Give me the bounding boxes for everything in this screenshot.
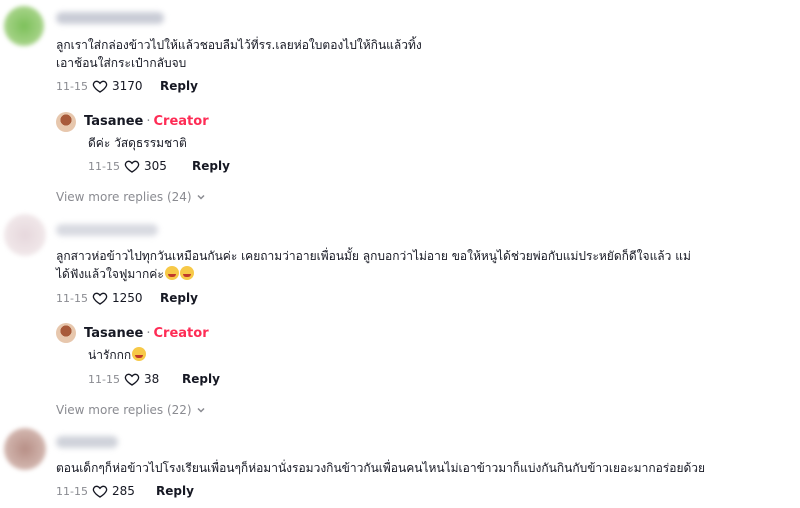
comment-text: ลูกเราใส่กล่องข้าวไปให้แล้วชอบลืมไว้ที่ร… [56, 38, 422, 52]
reply-text: ดีค่ะ วัสดุธรรมชาติ [88, 136, 187, 150]
smiling-face-emoji-icon [132, 347, 147, 361]
creator-header: Tasanee · Creator [84, 325, 209, 343]
view-more-replies[interactable]: View more replies (22) [56, 403, 206, 417]
reply-date: 11-15 [88, 159, 120, 173]
smiling-face-emoji-icon [164, 266, 179, 280]
like-count: 285 [112, 484, 135, 498]
comment-text: เอาช้อนใส่กระเป๋ากลับจบ [56, 56, 187, 70]
like-count: 38 [144, 372, 160, 386]
reply-meta: 11-15 38 Reply [88, 370, 220, 388]
avatar[interactable] [4, 6, 44, 46]
reply-meta: 11-15 305 Reply [88, 157, 230, 175]
avatar[interactable] [4, 214, 46, 256]
like-count: 305 [144, 159, 167, 173]
username-blurred[interactable] [56, 224, 158, 236]
creator-badge: Creator [153, 114, 209, 129]
comment-date: 11-15 [56, 484, 88, 498]
separator-dot: · [146, 114, 151, 129]
view-more-label: View more replies (24) [56, 190, 192, 204]
reply-button[interactable]: Reply [156, 484, 194, 498]
reply-button[interactable]: Reply [160, 79, 198, 93]
view-more-replies[interactable]: View more replies (24) [56, 190, 206, 204]
chevron-down-icon [197, 407, 205, 413]
heart-icon[interactable] [92, 290, 108, 306]
heart-icon[interactable] [124, 371, 140, 387]
comment-text: ได้ฟังแล้วใจฟูมากค่ะ [56, 267, 164, 281]
reply-button[interactable]: Reply [182, 372, 220, 386]
smiling-face-emoji-icon [179, 266, 194, 280]
creator-header: Tasanee · Creator [84, 113, 209, 131]
chevron-down-icon [197, 194, 205, 200]
comment-meta: 11-15 285 Reply [56, 482, 194, 500]
creator-username[interactable]: Tasanee [84, 326, 143, 341]
username-blurred[interactable] [56, 12, 164, 24]
comment-text: ตอนเด็กๆก็ห่อข้าวไปโรงเรียนเพื่อนๆก็ห่อม… [56, 461, 706, 475]
reply-button[interactable]: Reply [160, 291, 198, 305]
like-count: 3170 [112, 79, 143, 93]
creator-avatar[interactable] [56, 112, 76, 132]
reply-button[interactable]: Reply [192, 159, 230, 173]
reply-text-line: น่ารักกก [88, 346, 147, 364]
comment-date: 11-15 [56, 79, 88, 93]
reply-text: น่ารักกก [88, 348, 132, 362]
creator-badge: Creator [153, 326, 209, 341]
creator-username[interactable]: Tasanee [84, 114, 143, 129]
like-count: 1250 [112, 291, 143, 305]
separator-dot: · [146, 326, 151, 341]
comment-text-line: ได้ฟังแล้วใจฟูมากค่ะ [56, 265, 194, 283]
heart-icon[interactable] [92, 78, 108, 94]
heart-icon[interactable] [124, 158, 140, 174]
username-blurred[interactable] [56, 436, 118, 448]
avatar[interactable] [4, 428, 46, 470]
comment-date: 11-15 [56, 291, 88, 305]
comment-meta: 11-15 3170 Reply [56, 77, 198, 95]
comment-meta: 11-15 1250 Reply [56, 289, 198, 307]
heart-icon[interactable] [92, 483, 108, 499]
reply-date: 11-15 [88, 372, 120, 386]
view-more-label: View more replies (22) [56, 403, 192, 417]
creator-avatar[interactable] [56, 323, 76, 343]
comment-text: ลูกสาวห่อข้าวไปทุกวันเหมือนกันค่ะ เคยถาม… [56, 249, 691, 263]
